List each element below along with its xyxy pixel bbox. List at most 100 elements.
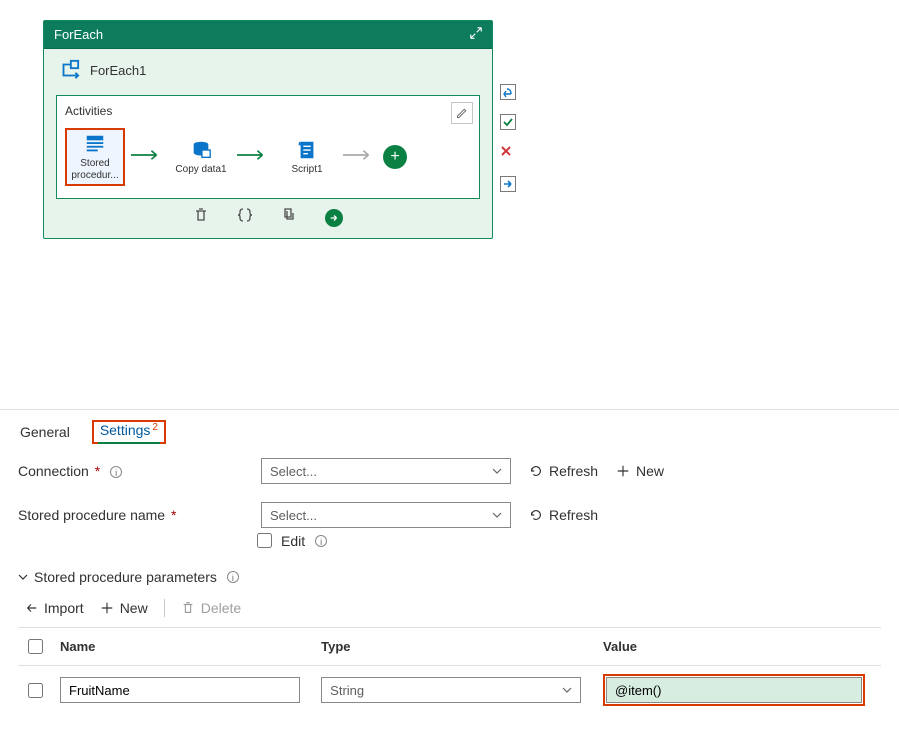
add-activity-button[interactable]: + — [383, 145, 407, 169]
refresh-label: Refresh — [549, 463, 598, 479]
toolbar-divider — [164, 599, 165, 617]
info-icon[interactable]: i — [315, 535, 327, 547]
spname-label: Stored procedure name * — [18, 507, 253, 523]
param-table-row: String — [18, 666, 881, 715]
activities-container: Activities Stored procedur... — [56, 95, 480, 199]
new-label: New — [120, 600, 148, 616]
activity-node-copy-data[interactable]: Copy data1 — [171, 128, 231, 186]
param-type-value: String — [330, 683, 364, 698]
script-icon — [296, 139, 318, 161]
param-header-select-all — [18, 628, 54, 666]
sp-parameters-section-label: Stored procedure parameters — [34, 569, 217, 585]
param-value-highlight — [603, 674, 865, 706]
sp-parameters-section-header[interactable]: Stored procedure parameters i — [18, 569, 881, 585]
activity-node-label: Script1 — [291, 164, 322, 176]
foreach-activity-name: ForEach1 — [90, 63, 146, 78]
spname-select[interactable]: Select... — [261, 502, 511, 528]
param-header-name: Name — [54, 628, 315, 666]
activity-chain: Stored procedur... Copy data1 — [65, 124, 471, 186]
delete-label: Delete — [201, 600, 241, 616]
param-name-input[interactable] — [60, 677, 300, 703]
foreach-card: ForEach ForEach1 Activities — [43, 20, 493, 239]
info-icon[interactable]: i — [227, 571, 239, 583]
param-row-checkbox[interactable] — [28, 683, 43, 698]
connection-new-button[interactable]: New — [616, 463, 664, 479]
spname-edit-checkbox-row: Edit i — [253, 530, 881, 551]
spname-refresh-button[interactable]: Refresh — [529, 507, 598, 523]
settings-form: Connection * i Select... Refresh New Sto… — [0, 444, 899, 738]
tab-settings-highlight: Settings2 — [92, 420, 166, 444]
refresh-icon — [529, 508, 543, 522]
foreach-name-row: ForEach1 — [44, 49, 492, 87]
goto-icon[interactable] — [325, 209, 343, 227]
tab-settings-count: 2 — [152, 422, 158, 433]
plus-icon — [100, 601, 114, 615]
spname-row: Stored procedure name * Select... Refres… — [18, 502, 881, 528]
param-header-type: Type — [315, 628, 597, 666]
refresh-icon — [529, 464, 543, 478]
braces-icon[interactable] — [237, 207, 253, 228]
param-new-button[interactable]: New — [100, 600, 148, 616]
card-action-bar — [44, 199, 492, 238]
required-asterisk: * — [93, 463, 102, 479]
pencil-icon[interactable] — [451, 102, 473, 124]
connection-label-text: Connection — [18, 463, 89, 479]
chevron-down-icon — [492, 466, 502, 476]
copy-data-icon — [190, 139, 212, 161]
new-label: New — [636, 463, 664, 479]
param-import-button[interactable]: Import — [24, 600, 84, 616]
connection-label: Connection * i — [18, 463, 253, 479]
chevron-down-icon — [562, 685, 572, 695]
loop-icon — [58, 59, 80, 81]
connection-refresh-button[interactable]: Refresh — [529, 463, 598, 479]
trash-icon — [181, 601, 195, 615]
status-x-icon[interactable] — [500, 144, 516, 162]
copy-icon[interactable] — [281, 207, 297, 228]
connection-row: Connection * i Select... Refresh New — [18, 458, 881, 484]
activity-node-stored-procedure[interactable]: Stored procedur... — [65, 128, 125, 186]
param-delete-button[interactable]: Delete — [181, 600, 241, 616]
foreach-card-area: ForEach ForEach1 Activities — [0, 0, 899, 239]
param-header-value: Value — [597, 628, 881, 666]
import-icon — [24, 601, 38, 615]
spname-select-placeholder: Select... — [270, 508, 317, 523]
foreach-card-header: ForEach — [44, 21, 492, 49]
connection-select[interactable]: Select... — [261, 458, 511, 484]
activity-node-script[interactable]: Script1 — [277, 128, 337, 186]
tab-settings-label: Settings — [100, 422, 151, 438]
spname-label-text: Stored procedure name — [18, 507, 165, 523]
tab-general[interactable]: General — [18, 420, 72, 444]
arrow-icon — [343, 148, 377, 167]
param-table-header-row: Name Type Value — [18, 628, 881, 666]
plus-icon — [616, 464, 630, 478]
activity-node-label: Copy data1 — [175, 164, 226, 176]
select-all-checkbox[interactable] — [28, 639, 43, 654]
chevron-down-icon — [492, 510, 502, 520]
chevron-down-icon — [18, 572, 28, 582]
tab-settings[interactable]: Settings2 — [98, 418, 160, 444]
side-status-icons — [500, 84, 516, 192]
status-turn-icon[interactable] — [500, 84, 516, 100]
expand-icon[interactable] — [470, 27, 482, 42]
arrow-icon — [237, 148, 271, 167]
spname-edit-checkbox[interactable] — [257, 533, 272, 548]
spname-edit-label: Edit — [281, 533, 305, 549]
connection-select-placeholder: Select... — [270, 464, 317, 479]
arrow-icon — [131, 148, 165, 167]
foreach-card-title: ForEach — [54, 27, 103, 42]
info-icon[interactable]: i — [110, 466, 122, 478]
properties-tabs: General Settings2 — [0, 410, 899, 444]
param-value-input[interactable] — [606, 677, 862, 703]
activity-node-label: Stored procedur... — [69, 158, 121, 181]
refresh-label: Refresh — [549, 507, 598, 523]
param-toolbar: Import New Delete — [18, 599, 881, 617]
activities-label: Activities — [65, 104, 471, 118]
required-asterisk: * — [169, 507, 178, 523]
trash-icon[interactable] — [193, 207, 209, 228]
param-table: Name Type Value String — [18, 627, 881, 714]
param-type-select[interactable]: String — [321, 677, 581, 703]
import-label: Import — [44, 600, 84, 616]
status-check-icon[interactable] — [500, 114, 516, 130]
stored-procedure-icon — [84, 133, 106, 155]
status-arrow-icon[interactable] — [500, 176, 516, 192]
